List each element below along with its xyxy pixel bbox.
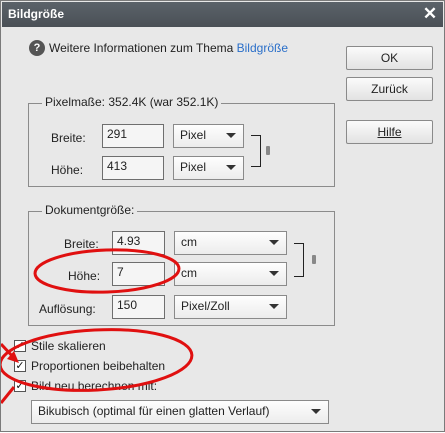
image-size-dialog: Bildgröße ✕ ? Weitere Informationen zum …: [0, 0, 445, 432]
annotation-ellipse-checkboxes: [1, 328, 194, 392]
annotation-ellipse-height: [33, 248, 181, 294]
annotation-overlay: [1, 248, 194, 404]
annotation-arrow-line: [1, 386, 16, 404]
